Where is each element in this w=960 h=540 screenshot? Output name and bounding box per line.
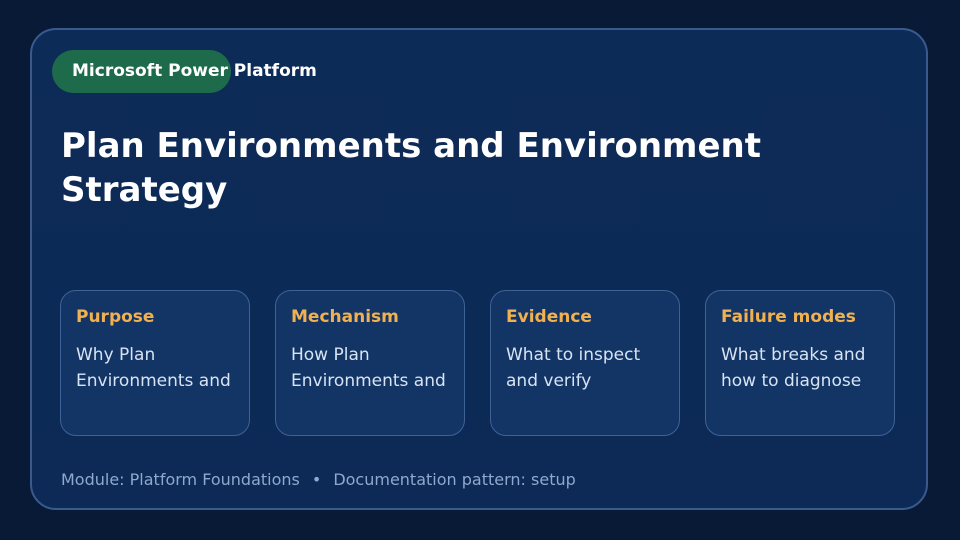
tile-purpose: Purpose Why Plan Environments and <box>60 290 250 436</box>
slide-card <box>30 28 928 510</box>
tile-body: How Plan Environments and <box>291 345 446 391</box>
tile-heading: Purpose <box>76 307 155 327</box>
footer-separator: • <box>311 470 322 489</box>
tile-mechanism: Mechanism How Plan Environments and <box>275 290 465 436</box>
footer-module: Module: Platform Foundations <box>61 470 300 489</box>
tile-body: What breaks and how to diagnose <box>721 345 866 391</box>
tile-body: What to inspect and verify <box>506 345 641 391</box>
tile-heading: Failure modes <box>721 307 856 327</box>
slide-title: Plan Environments and Environment Strate… <box>61 126 762 210</box>
tile-body: Why Plan Environments and <box>76 345 231 391</box>
footer-pattern: Documentation pattern: setup <box>333 470 576 489</box>
tile-heading: Evidence <box>506 307 592 327</box>
slide-footer: Module: Platform Foundations • Documentati… <box>61 470 576 490</box>
tile-evidence: Evidence What to inspect and verify <box>490 290 680 436</box>
tile-failure-modes: Failure modes What breaks and how to dia… <box>705 290 895 436</box>
tile-heading: Mechanism <box>291 307 399 327</box>
platform-badge: Microsoft Power Platform <box>52 50 317 93</box>
